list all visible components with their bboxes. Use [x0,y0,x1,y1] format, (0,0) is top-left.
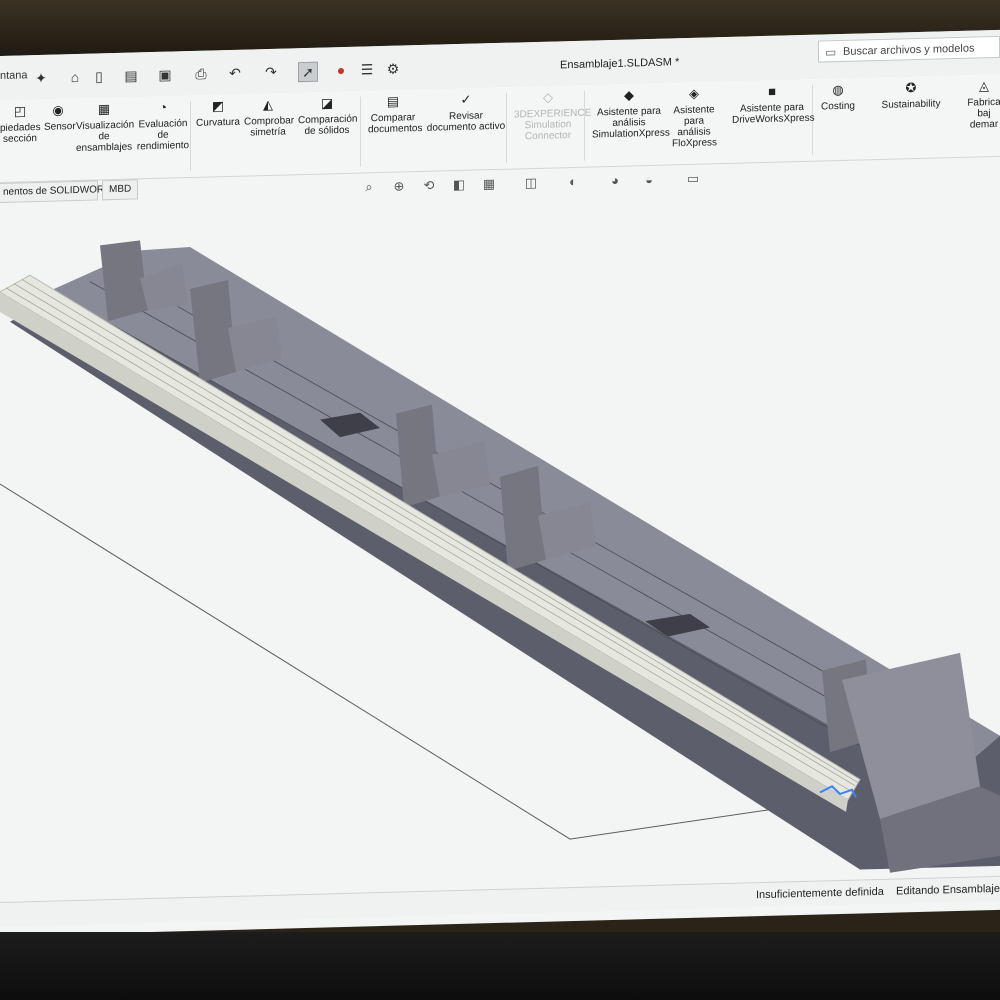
search-placeholder: Buscar archivos y modelos [843,42,975,58]
ribbon-button-label: Costing [821,100,855,113]
pin-icon[interactable]: ✦ [32,69,50,87]
ribbon-button-driveworksxpress[interactable]: ■ Asistente para DriveWorksXpress [732,83,815,126]
compare-documents-icon: ▤ [386,93,400,109]
ribbon-button-section-properties[interactable]: ◰ piedades sección [0,103,41,145]
ribbon-button-label: Evaluación de rendimiento [136,118,190,153]
ribbon-button-performance-evaluation[interactable]: ◔ Evaluación de rendimiento [136,99,190,153]
manufacturing-icon: ◬ [979,78,989,94]
ribbon-button-assembly-visualization[interactable]: ▦ Visualización de ensamblajes [76,101,135,155]
ribbon-button-sensor[interactable]: ◉ Sensor [44,102,76,133]
ribbon-button-label: Visualización de ensamblajes [76,119,135,155]
ribbon-button-simulation-connector[interactable]: ◇ 3DEXPERIENCE Simulation Connector [514,89,591,143]
ribbon-button-label: Asistente para análisis SimulationXpress [592,105,670,141]
ribbon-button-label: Asistente para DriveWorksXpress [732,101,815,126]
ribbon-button-label: Curvatura [196,116,240,129]
ribbon-button-label: Sustainability [881,98,941,111]
assembly-model [0,240,1000,873]
ribbon-button-floxpress[interactable]: ◈ Asistente para análisis FloXpress [672,85,718,150]
sensor-icon: ◉ [52,102,64,118]
ribbon-button-compare-documents[interactable]: ▤ Comparar documentos [368,93,422,136]
floxpress-icon: ◈ [689,85,699,101]
ribbon-separator [584,90,585,161]
check-active-document-icon: ✓ [460,91,472,107]
monitor-bezel-bottom [0,932,1000,1000]
ribbon-button-manufacturing[interactable]: ◬ Fabrica baj demar [962,78,1000,131]
redo-icon[interactable]: ↷ [262,63,280,81]
select-cursor-icon[interactable]: ➚ [298,61,318,83]
ribbon-button-label: Comprobar simetría [244,115,295,139]
home-icon[interactable]: ⌂ [66,68,84,86]
open-document-icon[interactable]: ▤ [122,66,140,84]
assembly-visualization-icon: ▦ [97,101,111,117]
symmetry-check-icon: ◭ [263,96,273,113]
ribbon-button-symmetry-check[interactable]: ◭ Comprobar simetría [244,96,295,139]
performance-evaluation-icon: ◔ [159,99,167,115]
solidworks-window: ntana ✦ ⌂ ▯ ▤ ▣ ⎙ ↶ ↷ ➚ ● ☰ ⚙ Ensamblaje… [0,29,1000,936]
ribbon-button-check-active-document[interactable]: ✓ Revisar documento activo [426,91,506,134]
ribbon-button-costing[interactable]: ◍ Costing [818,82,858,113]
options-gear-icon[interactable]: ⚙ [384,59,402,77]
ribbon-button-label: Sensor [44,121,76,133]
rebuild-icon[interactable]: ● [332,61,350,79]
ribbon-separator [506,92,507,163]
ribbon-button-label: Asistente para análisis FloXpress [672,104,718,150]
section-properties-icon: ◰ [13,103,27,119]
undo-icon[interactable]: ↶ [226,64,244,82]
ribbon-button-simulationxpress[interactable]: ◆ Asistente para análisis SimulationXpres… [592,87,670,140]
driveworksxpress-icon: ■ [768,83,776,99]
file-properties-icon[interactable]: ☰ [358,60,376,78]
search-box[interactable]: ▭ Buscar archivos y modelos [818,35,1000,63]
save-icon[interactable]: ▣ [156,65,174,83]
sustainability-icon: ✪ [905,80,917,96]
ribbon-separator [190,100,191,172]
ribbon-button-curvature[interactable]: ◩ Curvatura [196,98,240,129]
curvature-icon: ◩ [211,98,225,114]
ribbon-button-label: piedades sección [0,121,41,145]
graphics-area[interactable] [0,176,1000,902]
ribbon-button-label: Comparación de sólidos [298,113,358,138]
ribbon-button-label: Revisar documento activo [426,110,506,134]
tab-mbd[interactable]: MBD [102,179,139,201]
ribbon-button-sustainability[interactable]: ✪ Sustainability [878,79,944,111]
print-icon[interactable]: ⎙ [192,65,210,83]
new-document-icon[interactable]: ▯ [90,67,108,85]
ribbon-button-label: 3DEXPERIENCE Simulation Connector [514,107,592,143]
document-title: Ensamblaje1.SLDASM * [560,56,680,72]
ribbon-button-compare-solids[interactable]: ◪ Comparación de sólidos [298,95,358,138]
edit-mode-status: Editando Ensamblaje [896,882,1000,898]
definition-status: Insuficientemente definida [756,885,884,902]
window-menu-label[interactable]: ntana [0,69,28,82]
compare-solids-icon: ◪ [320,95,334,111]
simulationxpress-icon: ◆ [624,87,634,103]
costing-icon: ◍ [832,81,844,98]
ribbon-separator [360,96,361,167]
simulation-connector-icon: ◇ [543,89,553,105]
folder-search-icon: ▭ [825,45,837,60]
ribbon-button-label: Comparar documentos [368,112,423,136]
ribbon-button-label: Fabrica baj demar [967,96,1000,131]
